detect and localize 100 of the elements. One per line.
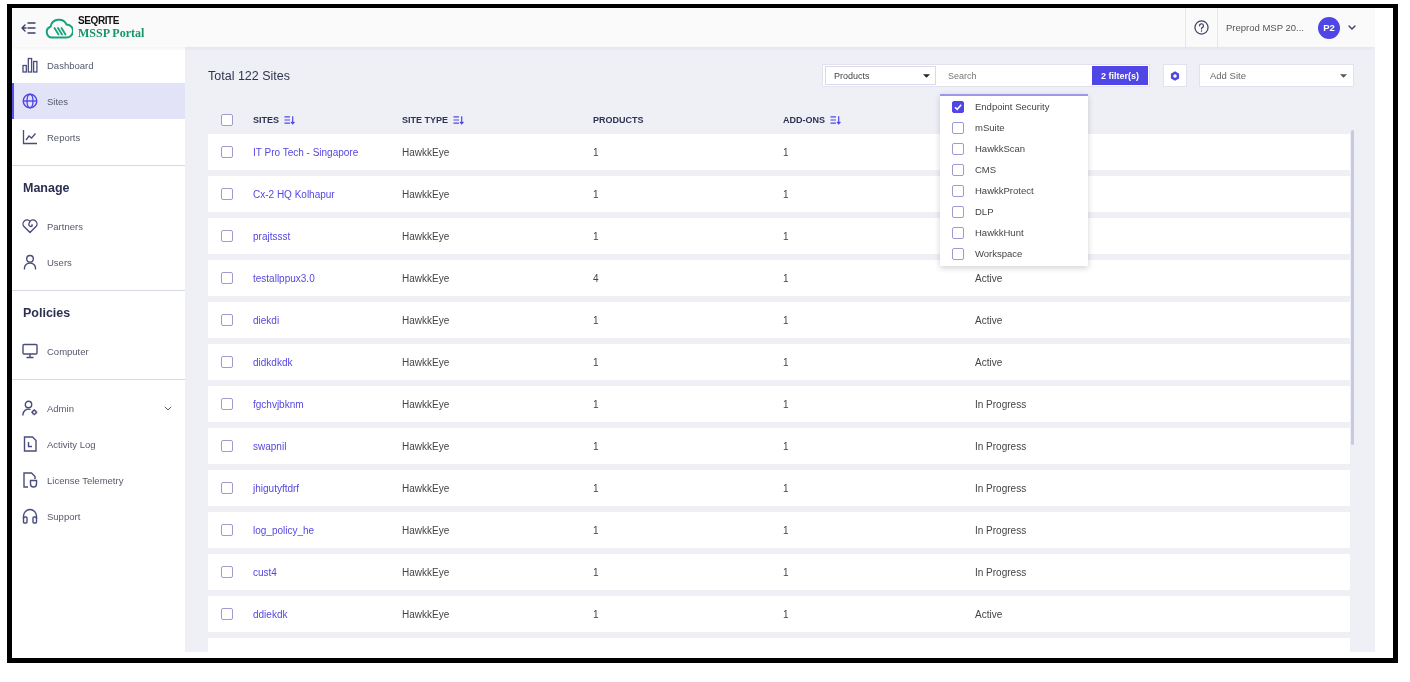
site-link[interactable]: prajtssst — [253, 230, 291, 242]
checkbox[interactable] — [221, 440, 233, 452]
table-cell: 4 — [593, 272, 599, 284]
option-label[interactable]: HawkkProtect — [975, 185, 1034, 196]
user-gear-icon — [22, 400, 38, 416]
avatar[interactable]: P2 — [1318, 16, 1340, 39]
sidebar-item[interactable]: Partners — [12, 208, 185, 244]
sidebar-item[interactable]: Support — [12, 498, 185, 534]
table-cell: 1 — [783, 608, 789, 620]
chevron-down-icon[interactable] — [1348, 25, 1356, 30]
table-cell: In Progress — [975, 440, 1027, 452]
table-cell: 1 — [593, 482, 599, 494]
table-cell: 1 — [593, 188, 599, 200]
table-cell: 1 — [593, 398, 599, 410]
sidebar-item[interactable]: Dashboard — [12, 47, 185, 83]
checkbox[interactable] — [221, 272, 233, 284]
site-link[interactable]: fgchvjbknm — [253, 398, 304, 410]
scrollbar-thumb[interactable] — [1351, 130, 1354, 445]
column-header: ADD-ONS — [783, 115, 825, 125]
caret-down-icon — [1340, 74, 1347, 78]
sidebar-item[interactable]: Sites — [12, 83, 185, 119]
option-label[interactable]: Endpoint Security — [975, 101, 1050, 112]
table-cell: In Progress — [975, 566, 1027, 578]
sort-icon[interactable] — [453, 115, 464, 125]
checkbox[interactable] — [952, 184, 964, 197]
checkbox[interactable] — [221, 114, 233, 126]
table-cell: HawkkEye — [402, 482, 450, 494]
checkbox[interactable] — [952, 121, 964, 134]
table-cell: Active — [975, 314, 1003, 326]
checkbox[interactable] — [221, 230, 233, 242]
table-cell: HawkkEye — [402, 566, 450, 578]
table-cell: 1 — [783, 146, 789, 158]
sort-icon[interactable] — [830, 115, 841, 125]
add-site-select[interactable]: Add Site — [1199, 64, 1354, 87]
table-cell: 1 — [593, 356, 599, 368]
checkbox[interactable] — [221, 524, 233, 536]
sidebar-item[interactable]: Computer — [12, 333, 185, 369]
checkbox[interactable] — [221, 146, 233, 158]
filter-button[interactable]: 2 filter(s) — [1092, 66, 1148, 85]
checkbox[interactable] — [952, 226, 964, 239]
site-link[interactable]: Cx-2 HQ Kolhapur — [253, 188, 335, 200]
table-cell: 1 — [783, 356, 789, 368]
checkbox[interactable] — [952, 247, 964, 260]
table-cell: HawkkEye — [402, 440, 450, 452]
checkbox[interactable] — [221, 566, 233, 578]
table-cell: Active — [975, 608, 1003, 620]
checkbox[interactable] — [952, 100, 964, 113]
site-link[interactable]: ddiekdk — [253, 608, 288, 620]
table-cell: HawkkEye — [402, 272, 450, 284]
chevron-down-icon[interactable] — [164, 405, 172, 411]
table-cell: HawkkEye — [402, 608, 450, 620]
table-cell: 1 — [593, 524, 599, 536]
option-label[interactable]: Workspace — [975, 248, 1023, 259]
sidebar-item[interactable]: Users — [12, 244, 185, 280]
site-link[interactable]: swapnil — [253, 440, 287, 452]
table-cell: In Progress — [975, 524, 1027, 536]
caret-down-icon — [923, 74, 930, 78]
checkbox[interactable] — [221, 608, 233, 620]
product-select[interactable]: Products — [825, 66, 936, 85]
table-cell: HawkkEye — [402, 188, 450, 200]
site-link[interactable]: testallppux3.0 — [253, 272, 315, 284]
brand-name: SEQRITE — [78, 15, 120, 26]
table-cell: In Progress — [975, 398, 1027, 410]
site-link[interactable]: IT Pro Tech - Singapore — [253, 146, 359, 158]
checkbox[interactable] — [952, 142, 964, 155]
checkbox[interactable] — [952, 205, 964, 218]
site-link[interactable]: diekdi — [253, 314, 280, 326]
option-label[interactable]: CMS — [975, 164, 997, 175]
checkbox[interactable] — [221, 356, 233, 368]
option-label[interactable]: DLP — [975, 206, 994, 217]
section-heading: Policies — [22, 305, 71, 322]
sidebar-item[interactable]: Reports — [12, 119, 185, 155]
sidebar-item[interactable]: License Telemetry — [12, 462, 185, 498]
sidebar-item[interactable]: Activity Log — [12, 426, 185, 462]
bar-chart-icon — [22, 57, 38, 73]
document-icon — [22, 436, 38, 452]
help-icon[interactable] — [1194, 20, 1209, 35]
menu-icon[interactable] — [21, 21, 36, 34]
settings-icon — [1170, 70, 1180, 81]
table-cell: 1 — [783, 188, 789, 200]
site-link[interactable]: didkdkdk — [253, 356, 293, 368]
table-cell: HawkkEye — [402, 356, 450, 368]
settings-button[interactable] — [1163, 64, 1187, 87]
checkbox[interactable] — [221, 398, 233, 410]
sort-icon[interactable] — [284, 115, 295, 125]
checkbox[interactable] — [952, 163, 964, 176]
option-label[interactable]: HawkkHunt — [975, 227, 1024, 238]
checkbox[interactable] — [221, 314, 233, 326]
site-link[interactable]: cust4 — [253, 566, 277, 578]
search-bar[interactable]: Products Search 2 filter(s) — [822, 64, 1150, 87]
sidebar-item[interactable]: Admin — [12, 390, 164, 426]
option-label[interactable]: HawkkScan — [975, 143, 1026, 154]
checkbox[interactable] — [221, 188, 233, 200]
option-label[interactable]: mSuite — [975, 122, 1005, 133]
globe-icon — [22, 93, 38, 109]
checkbox[interactable] — [221, 482, 233, 494]
table-cell: 1 — [783, 524, 789, 536]
site-link[interactable]: log_policy_he — [253, 524, 315, 536]
site-link[interactable]: jhigutyftdrf — [253, 482, 300, 494]
account-name[interactable]: Preprod MSP 20... — [1226, 22, 1304, 33]
